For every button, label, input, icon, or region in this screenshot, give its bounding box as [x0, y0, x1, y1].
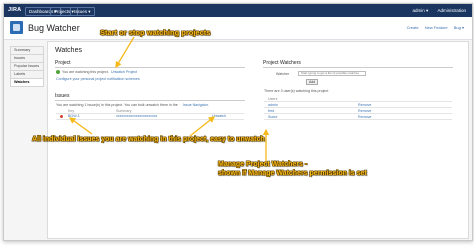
arrow-to-unwatch-project	[115, 36, 135, 69]
browser-frame: JIRA Dashboards ▾ Projects ▾ Issues ▾ ad…	[3, 3, 473, 241]
annotation-individual-issues: All individual issues you are watching i…	[32, 136, 265, 143]
annotation-manage-watchers-permission: shown if Manage Watchers permission is s…	[218, 170, 367, 177]
arrow-to-issue-row	[68, 117, 93, 135]
annotation-start-stop-watching: Start or stop watching projects	[100, 28, 211, 37]
annotation-manage-watchers-title: Manage Project Watchers -	[218, 161, 308, 168]
annotation-arrows	[68, 36, 270, 162]
arrow-to-unwatch-issue	[189, 116, 216, 137]
